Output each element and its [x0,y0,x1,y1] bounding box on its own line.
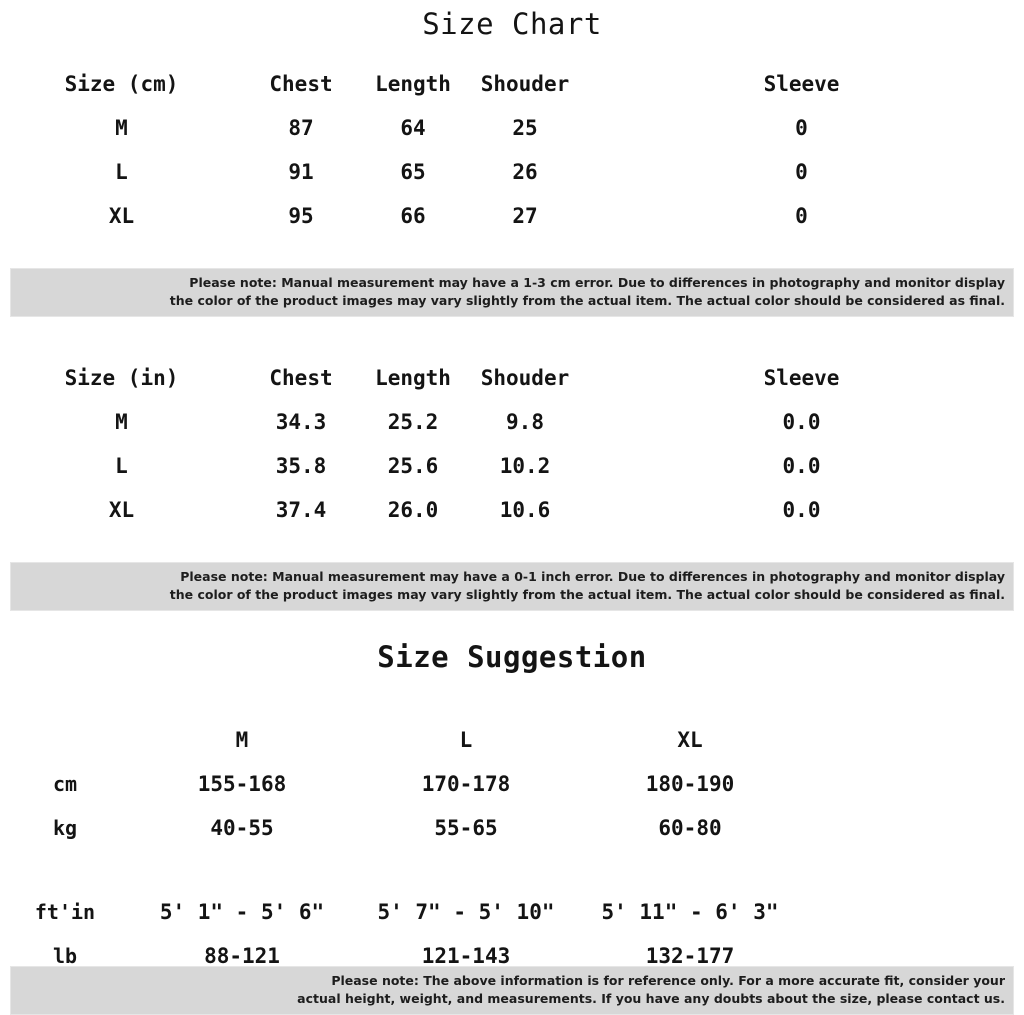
column-header-sleeve: Sleeve [763,72,840,96]
cell-cm-l: 170-178 [421,772,511,796]
table-header-row: M L XL [0,718,1024,762]
cell-pad [802,806,1024,850]
page-title-size-chart: Size Chart [422,7,602,41]
column-header-size: Size (cm) [64,72,179,96]
cell-size: XL [108,498,135,522]
column-header-pad [802,718,1024,762]
size-table-in: Size (in) Chest Length Shouder Sleeve M … [0,356,1024,532]
column-header-length: Length [375,72,451,96]
cell-cm-xl: 180-190 [645,772,735,796]
note-band-in: Please note: Manual measurement may have… [10,562,1014,611]
size-suggestion-table: M L XL cm 155-168 170-178 180-190 kg 40-… [0,718,1024,978]
cell-sleeve: 0.0 [782,410,821,434]
column-header-chest: Chest [269,72,333,96]
cell-shoulder: 9.8 [506,410,544,434]
cell-length: 65 [400,160,426,184]
cell-pad [802,890,1024,934]
column-header-shoulder: Shouder [480,366,570,390]
column-header-length: Length [375,366,451,390]
note-line: the color of the product images may vary… [169,587,1005,602]
note-line: Please note: Manual measurement may have… [189,275,1005,290]
column-header-size: Size (in) [64,366,179,390]
table-row: ft'in 5' 1" - 5' 6" 5' 7" - 5' 10" 5' 11… [0,890,1024,934]
cell-ftin-l: 5' 7" - 5' 10" [377,900,555,924]
table-header-row: Size (in) Chest Length Shouder Sleeve [0,356,1024,400]
cell-shoulder: 26 [512,160,538,184]
note-band-cm: Please note: Manual measurement may have… [10,268,1014,317]
column-header-unit [0,718,130,762]
cell-length: 25.6 [387,454,439,478]
table-row: L 91 65 26 0 [0,150,1024,194]
cell-shoulder: 25 [512,116,538,140]
size-table-cm: Size (cm) Chest Length Shouder Sleeve M … [0,62,1024,238]
cell-chest: 35.8 [275,454,327,478]
cell-sleeve: 0 [795,204,808,228]
spacer-cell [0,850,1024,890]
cell-shoulder: 27 [512,204,538,228]
column-header-sleeve: Sleeve [763,366,840,390]
cell-shoulder: 10.6 [499,498,551,522]
note-line: the color of the product images may vary… [169,293,1005,308]
cell-chest: 37.4 [275,498,327,522]
cell-shoulder: 10.2 [499,454,551,478]
table-row: XL 37.4 26.0 10.6 0.0 [0,488,1024,532]
cell-sleeve: 0 [795,116,808,140]
cell-sleeve: 0 [795,160,808,184]
size-chart-page: Size Chart Size (cm) Chest Length Shoude… [0,0,1024,1015]
cell-ftin-xl: 5' 11" - 6' 3" [601,900,779,924]
cell-cm-m: 155-168 [197,772,287,796]
table-spacer-row [0,850,1024,890]
note-line: actual height, weight, and measurements.… [297,991,1005,1006]
cell-chest: 91 [288,160,314,184]
cell-sleeve: 0.0 [782,454,821,478]
table-row: XL 95 66 27 0 [0,194,1024,238]
table-row: kg 40-55 55-65 60-80 [0,806,1024,850]
cell-size: L [115,160,128,184]
cell-ftin-m: 5' 1" - 5' 6" [159,900,325,924]
note-line: Please note: The above information is fo… [331,973,1005,988]
cell-kg-l: 55-65 [434,816,498,840]
page-title-size-suggestion: Size Suggestion [377,640,647,674]
column-header-m: M [235,728,249,752]
cell-chest: 95 [288,204,314,228]
column-header-xl: XL [677,728,703,752]
table-row: cm 155-168 170-178 180-190 [0,762,1024,806]
cell-size: M [115,116,128,140]
row-label-cm: cm [52,772,78,796]
cell-sleeve: 0.0 [782,498,821,522]
cell-chest: 34.3 [275,410,327,434]
row-label-kg: kg [52,816,78,840]
table-header-row: Size (cm) Chest Length Shouder Sleeve [0,62,1024,106]
cell-chest: 87 [288,116,314,140]
cell-size: XL [108,204,135,228]
cell-size: L [115,454,128,478]
note-band-fit: Please note: The above information is fo… [10,966,1014,1015]
row-label-ftin: ft'in [34,900,96,924]
cell-pad [802,762,1024,806]
table-row: M 87 64 25 0 [0,106,1024,150]
cell-length: 66 [400,204,426,228]
cell-length: 64 [400,116,426,140]
cell-kg-m: 40-55 [210,816,274,840]
table-row: L 35.8 25.6 10.2 0.0 [0,444,1024,488]
cell-kg-xl: 60-80 [658,816,722,840]
column-header-chest: Chest [269,366,333,390]
note-line: Please note: Manual measurement may have… [180,569,1005,584]
cell-size: M [115,410,128,434]
column-header-l: L [459,728,473,752]
table-row: M 34.3 25.2 9.8 0.0 [0,400,1024,444]
cell-length: 25.2 [387,410,439,434]
cell-length: 26.0 [387,498,439,522]
column-header-shoulder: Shouder [480,72,570,96]
